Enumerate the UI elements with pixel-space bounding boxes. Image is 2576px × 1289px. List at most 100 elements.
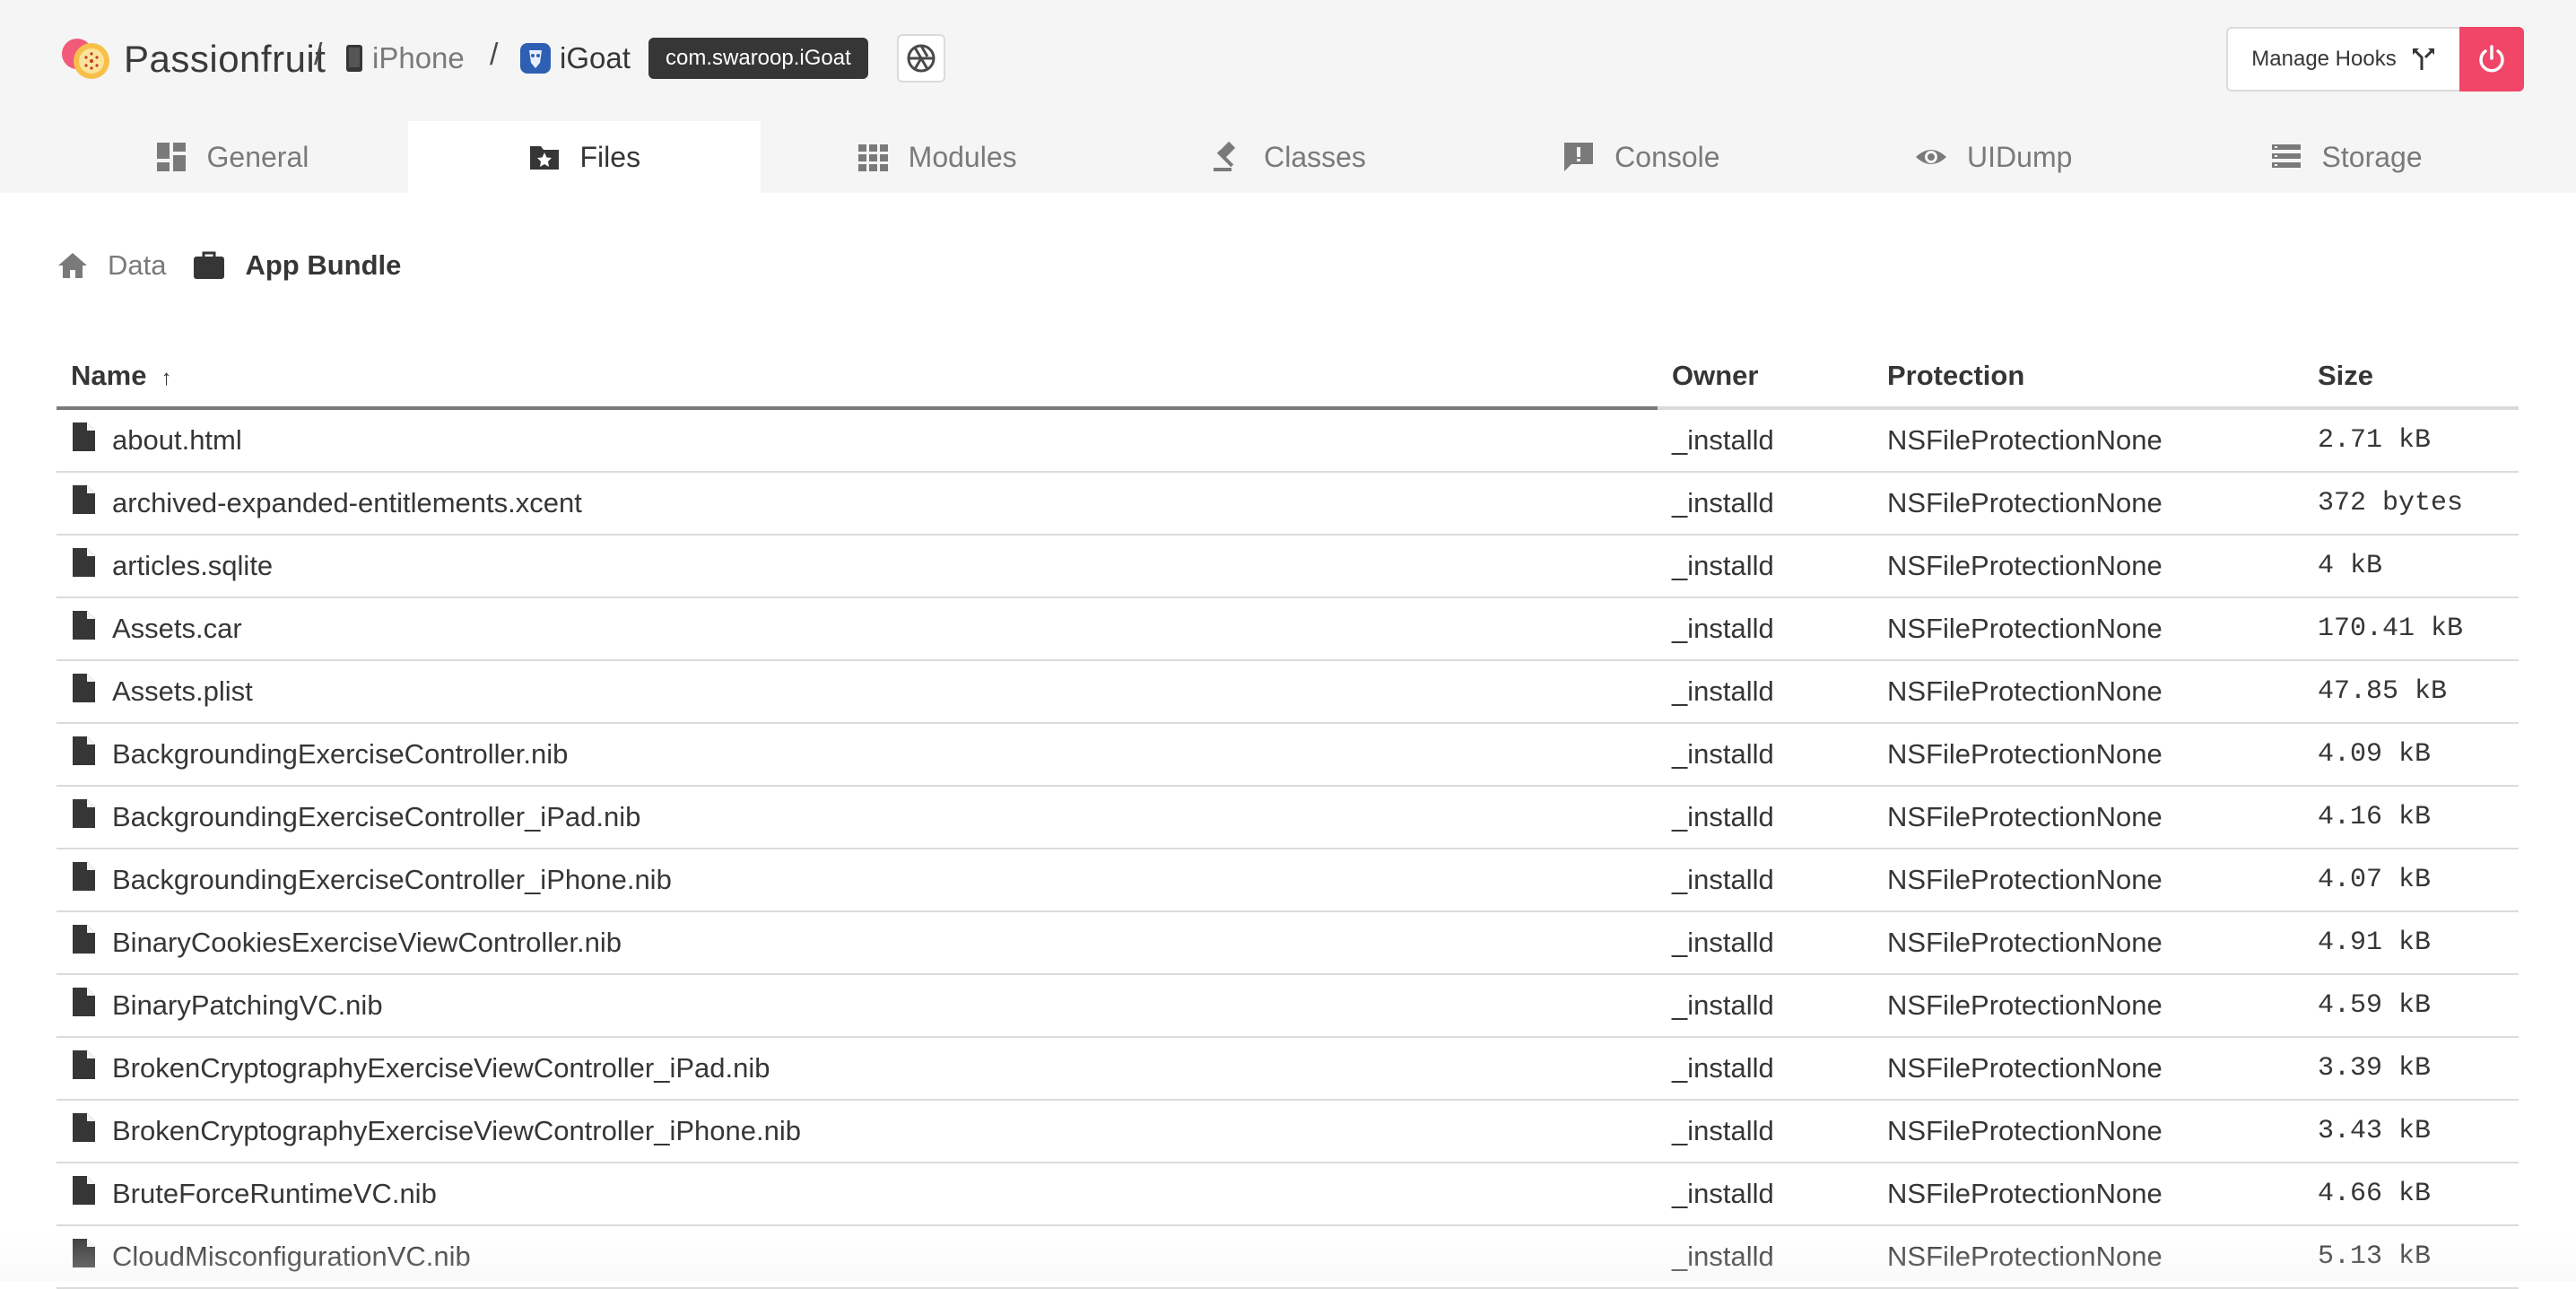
tab-files[interactable]: Files — [407, 121, 761, 193]
file-name: articles.sqlite — [112, 550, 274, 581]
file-name-cell[interactable]: Assets.car — [57, 597, 1658, 661]
breadcrumb-app[interactable]: iGoat — [520, 41, 631, 75]
file-icon — [71, 1238, 96, 1276]
file-owner: _installd — [1658, 911, 1873, 975]
file-name-cell[interactable]: BackgroundingExerciseController_iPad.nib — [57, 786, 1658, 849]
tab-storage[interactable]: Storage — [2170, 121, 2522, 193]
file-name: BruteForceRuntimeVC.nib — [112, 1178, 437, 1209]
brand-name: Passionfruit — [124, 38, 326, 80]
column-size-header[interactable]: Size — [2303, 345, 2519, 410]
file-name-cell[interactable]: articles.sqlite — [57, 535, 1658, 598]
sort-ascending-icon: ↑ — [161, 366, 172, 390]
file-name-cell[interactable]: archived-expanded-entitlements.xcent — [57, 472, 1658, 536]
tab-uidump[interactable]: UIDump — [1817, 121, 2170, 193]
file-name: about.html — [112, 424, 242, 456]
table-row[interactable]: articles.sqlite _installd NSFileProtection… — [57, 535, 2519, 598]
file-icon — [71, 484, 96, 522]
breadcrumb-data[interactable]: Data — [57, 249, 166, 282]
file-owner: _installd — [1658, 723, 1873, 787]
power-icon — [2479, 45, 2504, 73]
file-name: BrokenCryptographyExerciseViewController… — [112, 1115, 801, 1146]
table-row[interactable]: archived-expanded-entitlements.xcent _ins… — [57, 472, 2519, 536]
file-protection: NSFileProtectionNone — [1873, 660, 2303, 724]
table-row[interactable]: BackgroundingExerciseController_iPhone.n… — [57, 849, 2519, 912]
screenshot-button[interactable] — [897, 34, 945, 83]
file-protection: NSFileProtectionNone — [1873, 1163, 2303, 1226]
file-owner: _installd — [1658, 660, 1873, 724]
file-protection: NSFileProtectionNone — [1873, 472, 2303, 536]
file-size: 372 bytes — [2303, 472, 2519, 536]
top-bar: Passionfruit / iPhone / iGoat com.swaroo… — [0, 0, 2576, 193]
file-name-cell[interactable]: BrokenCryptographyExerciseViewController… — [57, 1037, 1658, 1101]
file-name-cell[interactable]: BackgroundingExerciseController_iPhone.n… — [57, 849, 1658, 912]
table-row[interactable]: BrokenCryptographyExerciseViewController… — [57, 1037, 2519, 1101]
table-row[interactable]: BruteForceRuntimeVC.nib _installd NSFilePr… — [57, 1163, 2519, 1226]
table-row[interactable]: BrokenCryptographyExerciseViewController… — [57, 1100, 2519, 1163]
file-size: 47.85 kB — [2303, 660, 2519, 724]
file-name: BrokenCryptographyExerciseViewController… — [112, 1052, 770, 1084]
breadcrumb-device[interactable]: iPhone — [345, 41, 465, 75]
table-row[interactable]: about.html _installd NSFileProtectionNone 2… — [57, 408, 2519, 473]
file-name-cell[interactable]: BrokenCryptographyExerciseViewController… — [57, 1100, 1658, 1163]
file-name-wrapper: CloudMisconfigurationVC.nib — [71, 1238, 1643, 1276]
file-size: 4 kB — [2303, 535, 2519, 598]
disconnect-button[interactable] — [2459, 27, 2524, 91]
tab-modules[interactable]: Modules — [761, 121, 1113, 193]
table-row[interactable]: Assets.car _installd NSFileProtectionNone 1… — [57, 597, 2519, 661]
file-name-wrapper: BrokenCryptographyExerciseViewController… — [71, 1049, 1643, 1087]
column-name-label: Name — [71, 360, 147, 391]
brand[interactable]: Passionfruit — [59, 34, 326, 84]
dashboard-icon — [156, 143, 186, 171]
file-name: CloudMisconfigurationVC.nib — [112, 1241, 471, 1272]
table-row[interactable]: BinaryPatchingVC.nib _installd NSFileProte… — [57, 974, 2519, 1038]
tab-console[interactable]: Console — [1465, 121, 1817, 193]
eye-icon — [1916, 150, 1947, 164]
file-name-cell[interactable]: Assets.plist — [57, 660, 1658, 724]
file-name-wrapper: BinaryCookiesExerciseViewController.nib — [71, 924, 1643, 962]
file-protection: NSFileProtectionNone — [1873, 597, 2303, 661]
file-protection: NSFileProtectionNone — [1873, 408, 2303, 473]
file-protection: NSFileProtectionNone — [1873, 974, 2303, 1038]
manage-hooks-label: Manage Hooks — [2251, 47, 2397, 71]
file-name-cell[interactable]: BinaryCookiesExerciseViewController.nib — [57, 911, 1658, 975]
app-name: iGoat — [560, 41, 631, 74]
folder-star-icon — [529, 146, 559, 170]
tab-label: Console — [1614, 140, 1720, 173]
file-name: archived-expanded-entitlements.xcent — [112, 487, 582, 518]
manage-hooks-button[interactable]: Manage Hooks — [2226, 27, 2459, 91]
table-row[interactable]: BackgroundingExerciseController_iPad.nib… — [57, 786, 2519, 849]
file-table: Name ↑ Owner Protection Size about.html _i… — [57, 345, 2519, 1289]
bundle-id-tag: com.swaroop.iGoat — [648, 38, 868, 79]
column-owner-header[interactable]: Owner — [1658, 345, 1873, 410]
file-name-cell[interactable]: about.html — [57, 408, 1658, 473]
briefcase-icon — [194, 251, 225, 279]
file-owner: _installd — [1658, 849, 1873, 912]
file-protection: NSFileProtectionNone — [1873, 1225, 2303, 1289]
tab-general[interactable]: General — [56, 121, 408, 193]
table-row[interactable]: Assets.plist _installd NSFileProtectionNon… — [57, 660, 2519, 724]
file-name-cell[interactable]: CloudMisconfigurationVC.nib — [57, 1225, 1658, 1289]
file-icon — [71, 1175, 96, 1213]
file-size: 5.13 kB — [2303, 1225, 2519, 1289]
file-name-cell[interactable]: BinaryPatchingVC.nib — [57, 974, 1658, 1038]
alert-message-icon — [1564, 143, 1594, 171]
file-size: 170.41 kB — [2303, 597, 2519, 661]
file-name-wrapper: BruteForceRuntimeVC.nib — [71, 1175, 1643, 1213]
file-owner: _installd — [1658, 974, 1873, 1038]
tab-label: Classes — [1264, 140, 1366, 173]
file-protection: NSFileProtectionNone — [1873, 535, 2303, 598]
column-name-header[interactable]: Name ↑ — [57, 345, 1658, 410]
file-name-cell[interactable]: BackgroundingExerciseController.nib — [57, 723, 1658, 787]
breadcrumb-data-label: Data — [108, 249, 167, 281]
table-row[interactable]: CloudMisconfigurationVC.nib _installd NSFi… — [57, 1225, 2519, 1289]
table-row[interactable]: BinaryCookiesExerciseViewController.nib _… — [57, 911, 2519, 975]
file-name: BackgroundingExerciseController.nib — [112, 738, 569, 770]
column-protection-header[interactable]: Protection — [1873, 345, 2303, 410]
file-icon — [71, 924, 96, 962]
tab-classes[interactable]: Classes — [1113, 121, 1466, 193]
file-protection: NSFileProtectionNone — [1873, 786, 2303, 849]
list-icon — [2271, 144, 2301, 168]
file-name-cell[interactable]: BruteForceRuntimeVC.nib — [57, 1163, 1658, 1226]
file-name: Assets.car — [112, 613, 242, 644]
table-row[interactable]: BackgroundingExerciseController.nib _inst… — [57, 723, 2519, 787]
